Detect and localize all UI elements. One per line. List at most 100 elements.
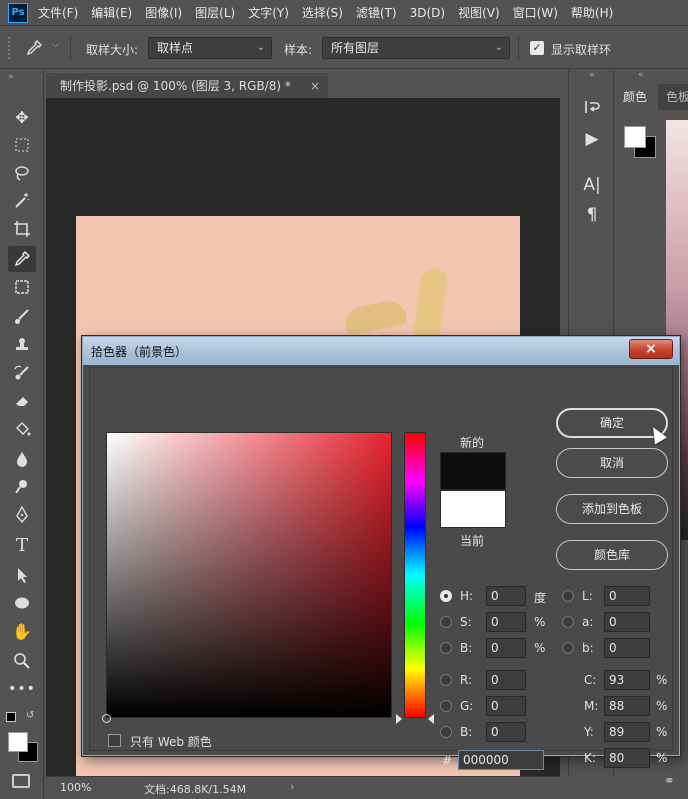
history-brush-icon[interactable] [8, 360, 36, 386]
zoom-level[interactable]: 100% [60, 781, 91, 794]
menu-filter[interactable]: 滤镜(T) [356, 4, 397, 21]
menu-select[interactable]: 选择(S) [302, 4, 343, 21]
menu-3d[interactable]: 3D(D) [410, 6, 445, 20]
radio-lab-b[interactable] [562, 642, 574, 654]
type-icon[interactable]: T [8, 532, 36, 558]
hex-field[interactable]: 000000 [458, 750, 544, 770]
sample-value: 所有图层 [331, 41, 380, 55]
swap-colors-icon[interactable]: ↺ [26, 710, 34, 721]
menu-type[interactable]: 文字(Y) [248, 4, 289, 21]
s-unit: % [534, 615, 546, 629]
color-picker-dialog: 拾色器（前景色） × 新的 当前 确定 取消 添加到色板 颜色库 H: 0 度 … [82, 336, 680, 770]
tool-preset-eyedropper-icon[interactable] [22, 36, 46, 60]
radio-g[interactable] [440, 700, 452, 712]
dialog-titlebar[interactable]: 拾色器（前景色） × [83, 337, 679, 365]
radio-l[interactable] [562, 590, 574, 602]
menu-window[interactable]: 窗口(W) [513, 4, 558, 21]
tab-swatches[interactable]: 色板 [658, 84, 688, 110]
cancel-button[interactable]: 取消 [556, 448, 668, 478]
menu-image[interactable]: 图像(I) [145, 4, 182, 21]
g-field[interactable]: 0 [486, 696, 526, 716]
magic-wand-icon[interactable] [8, 188, 36, 214]
color-field-marker[interactable] [102, 714, 111, 723]
ellipse-icon[interactable] [8, 590, 36, 616]
quick-mask-icon[interactable] [12, 774, 30, 788]
blue-label: B: [460, 725, 473, 739]
sample-select[interactable]: 所有图层 ⌄ [322, 37, 510, 59]
r-field[interactable]: 0 [486, 670, 526, 690]
sample-size-select[interactable]: 取样点 ⌄ [148, 37, 272, 59]
b-field[interactable]: 0 [486, 638, 526, 658]
collapse-icon[interactable]: « [589, 70, 595, 80]
radio-s[interactable] [440, 616, 452, 628]
document-tab[interactable]: 制作投影.psd @ 100% (图层 3, RGB/8) * × [46, 72, 328, 98]
hue-slider-handle[interactable] [396, 714, 402, 724]
zoom-icon[interactable] [8, 648, 36, 674]
h-label: H: [460, 589, 474, 603]
web-colors-only-checkbox[interactable] [108, 734, 121, 747]
y-field[interactable]: 89 [604, 722, 650, 742]
play-icon[interactable]: ▶ [579, 126, 605, 152]
brush-icon[interactable] [8, 304, 36, 330]
history-icon[interactable] [579, 94, 605, 120]
k-field[interactable]: 80 [604, 748, 650, 768]
radio-r[interactable] [440, 674, 452, 686]
tool-preset-chevron-down-icon[interactable]: ⌵ [52, 40, 59, 50]
frame-icon[interactable] [8, 274, 36, 300]
radio-h[interactable] [440, 590, 452, 602]
l-label: L: [582, 589, 593, 603]
eyedropper-icon[interactable] [8, 246, 36, 272]
saturation-brightness-field[interactable] [106, 432, 392, 718]
options-bar-grip[interactable] [8, 37, 12, 59]
menu-file[interactable]: 文件(F) [38, 4, 78, 21]
foreground-color-swatch[interactable] [8, 732, 28, 752]
hand-icon[interactable]: ✋ [8, 618, 36, 644]
collapse-icon[interactable]: « [638, 70, 644, 80]
tab-color[interactable]: 颜色 [614, 84, 656, 110]
menu-view[interactable]: 视图(V) [458, 4, 500, 21]
add-to-swatches-button[interactable]: 添加到色板 [556, 494, 668, 524]
chevron-right-icon[interactable]: › [290, 780, 294, 793]
crop-icon[interactable] [8, 216, 36, 242]
pen-icon[interactable] [8, 502, 36, 528]
menu-help[interactable]: 帮助(H) [571, 4, 613, 21]
default-colors-icon[interactable] [6, 712, 16, 722]
close-icon[interactable]: × [629, 339, 673, 359]
color-libraries-button[interactable]: 颜色库 [556, 540, 668, 570]
radio-b[interactable] [440, 642, 452, 654]
hue-slider[interactable] [404, 432, 426, 718]
paragraph-icon[interactable]: ¶ [579, 202, 605, 228]
menu-bar: Ps 文件(F) 编辑(E) 图像(I) 图层(L) 文字(Y) 选择(S) 滤… [0, 0, 688, 26]
m-field[interactable]: 88 [604, 696, 650, 716]
lasso-icon[interactable] [8, 160, 36, 186]
menu-edit[interactable]: 编辑(E) [91, 4, 132, 21]
l-field[interactable]: 0 [604, 586, 650, 606]
eraser-icon[interactable] [8, 388, 36, 414]
c-field[interactable]: 93 [604, 670, 650, 690]
show-sampling-ring-checkbox[interactable]: ✓ [530, 41, 544, 55]
path-select-icon[interactable] [8, 562, 36, 588]
more-icon[interactable]: ••• [8, 676, 36, 702]
radio-a[interactable] [562, 616, 574, 628]
paint-bucket-icon[interactable] [8, 416, 36, 442]
character-icon[interactable]: A| [579, 172, 605, 198]
menu-layer[interactable]: 图层(L) [195, 4, 235, 21]
radio-b-blue[interactable] [440, 726, 452, 738]
stamp-icon[interactable] [8, 332, 36, 358]
marquee-icon[interactable] [8, 132, 36, 158]
s-field[interactable]: 0 [486, 612, 526, 632]
current-color-swatch[interactable] [440, 490, 506, 528]
lab-b-field[interactable]: 0 [604, 638, 650, 658]
y-unit: % [656, 725, 668, 739]
dodge-icon[interactable] [8, 474, 36, 500]
hue-slider-handle[interactable] [428, 714, 434, 724]
close-icon[interactable]: × [310, 73, 320, 99]
collapse-icon[interactable]: » [8, 72, 14, 82]
panel-foreground-swatch[interactable] [624, 126, 646, 148]
h-field[interactable]: 0 [486, 586, 526, 606]
link-icon[interactable]: ⚭ [664, 774, 675, 789]
blur-icon[interactable] [8, 446, 36, 472]
a-field[interactable]: 0 [604, 612, 650, 632]
blue-field[interactable]: 0 [486, 722, 526, 742]
move-icon[interactable]: ✥ [8, 104, 36, 130]
